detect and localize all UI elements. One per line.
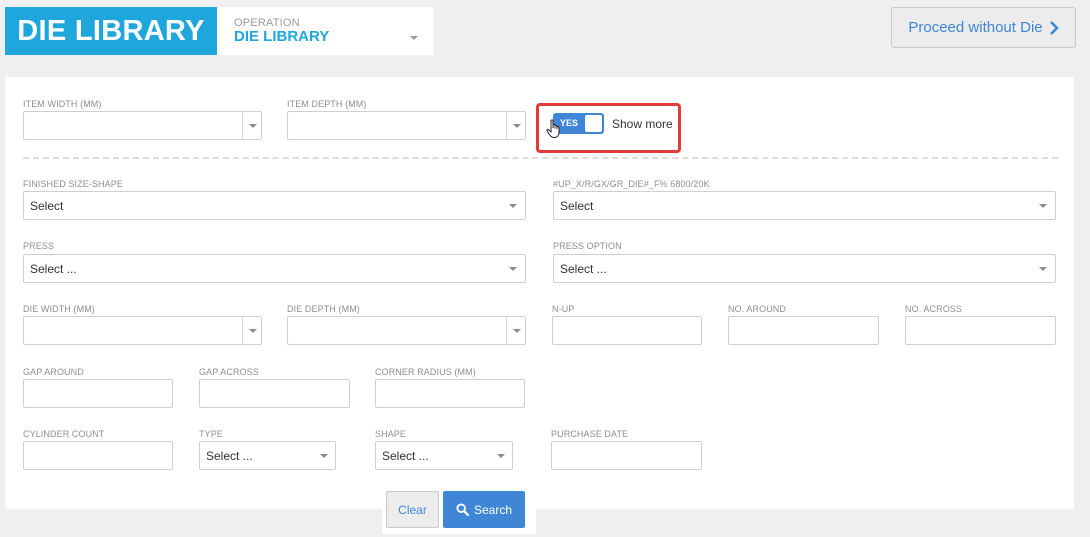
- chevron-right-icon: [1049, 20, 1059, 35]
- hand-pointer-icon: [546, 119, 560, 139]
- item-depth-label: ITEM DEPTH (MM): [287, 99, 367, 109]
- purchase-date-label: PURCHASE DATE: [551, 429, 629, 439]
- brand-title: DIE LIBRARY: [5, 7, 217, 55]
- clear-button[interactable]: Clear: [386, 491, 439, 528]
- press-option-select[interactable]: Select ...: [553, 254, 1056, 283]
- finished-size-shape-select[interactable]: Select: [23, 191, 526, 220]
- caret-down-icon[interactable]: [513, 328, 521, 333]
- n-up-label: N-UP: [552, 304, 575, 314]
- press-option-label: PRESS OPTION: [553, 241, 622, 251]
- shape-select[interactable]: Select ...: [375, 441, 513, 470]
- item-depth-combo[interactable]: [287, 111, 526, 140]
- corner-radius-input[interactable]: [375, 379, 525, 408]
- proceed-without-die-button[interactable]: Proceed without Die: [891, 7, 1076, 48]
- type-select[interactable]: Select ...: [199, 441, 336, 470]
- up-code-label: #UP_X/R/GX/GR_DIE#_F% 6800/20K: [553, 179, 710, 189]
- up-code-select[interactable]: Select: [553, 191, 1056, 220]
- cylinder-count-input[interactable]: [23, 441, 173, 470]
- up-code-value: Select: [560, 198, 594, 213]
- caret-down-icon: [320, 453, 328, 458]
- n-up-input[interactable]: [552, 316, 702, 345]
- operation-selector[interactable]: OPERATION DIE LIBRARY: [217, 7, 433, 55]
- die-width-label: DIE WIDTH (MM): [23, 304, 95, 314]
- gap-around-label: GAP AROUND: [23, 367, 84, 377]
- cylinder-count-label: CYLINDER COUNT: [23, 429, 105, 439]
- press-select[interactable]: Select ...: [23, 254, 526, 283]
- gap-across-label: GAP ACROSS: [199, 367, 259, 377]
- finished-size-shape-value: Select: [30, 198, 64, 213]
- purchase-date-input[interactable]: [551, 441, 702, 470]
- caret-down-icon: [509, 203, 517, 208]
- die-depth-label: DIE DEPTH (MM): [287, 304, 360, 314]
- press-value: Select ...: [30, 261, 77, 276]
- press-label: PRESS: [23, 241, 55, 251]
- caret-down-icon: [1039, 203, 1047, 208]
- caret-down-icon: [497, 453, 505, 458]
- caret-down-icon: [509, 266, 517, 271]
- search-panel: ITEM WIDTH (MM) ITEM DEPTH (MM) YES Show…: [5, 77, 1074, 534]
- proceed-button-label: Proceed without Die: [908, 19, 1043, 36]
- section-divider: [23, 157, 1058, 159]
- caret-down-icon: [1039, 266, 1047, 271]
- type-value: Select ...: [206, 448, 253, 463]
- type-label: TYPE: [199, 429, 223, 439]
- search-icon: [456, 503, 469, 516]
- no-around-label: NO. AROUND: [728, 304, 787, 314]
- no-across-label: NO. ACROSS: [905, 304, 963, 314]
- item-width-combo[interactable]: [23, 111, 262, 140]
- show-more-label: Show more: [612, 117, 673, 131]
- toggle-state: YES: [560, 118, 579, 128]
- caret-down-icon: [410, 36, 418, 40]
- search-button-label: Search: [473, 502, 513, 517]
- gap-across-input[interactable]: [199, 379, 350, 408]
- operation-value: DIE LIBRARY: [234, 28, 330, 45]
- die-width-combo[interactable]: [23, 316, 262, 345]
- shape-label: SHAPE: [375, 429, 407, 439]
- corner-radius-label: CORNER RADIUS (MM): [375, 367, 476, 377]
- shape-value: Select ...: [382, 448, 429, 463]
- finished-size-shape-label: FINISHED SIZE-SHAPE: [23, 179, 123, 189]
- press-option-value: Select ...: [560, 261, 607, 276]
- caret-down-icon[interactable]: [513, 123, 521, 128]
- gap-around-input[interactable]: [23, 379, 173, 408]
- caret-down-icon[interactable]: [249, 328, 257, 333]
- no-across-input[interactable]: [905, 316, 1056, 345]
- search-button[interactable]: Search: [443, 491, 525, 528]
- item-width-label: ITEM WIDTH (MM): [23, 99, 102, 109]
- toggle-knob: [585, 115, 602, 132]
- caret-down-icon[interactable]: [249, 123, 257, 128]
- die-depth-combo[interactable]: [287, 316, 526, 345]
- no-around-input[interactable]: [728, 316, 879, 345]
